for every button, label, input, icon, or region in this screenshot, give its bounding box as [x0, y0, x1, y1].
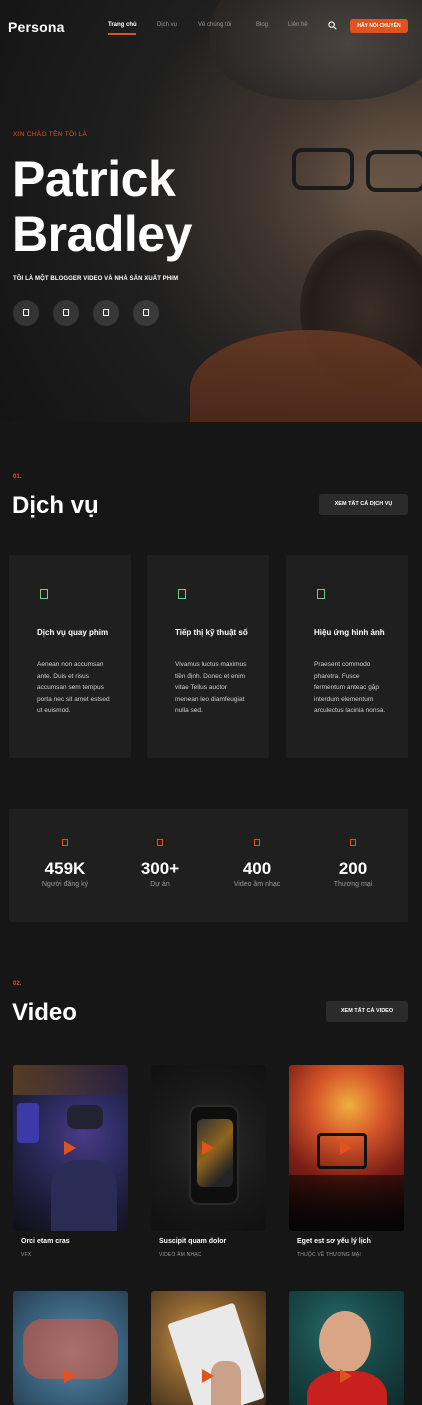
service-card[interactable]: Hiệu ứng hình ảnh Praesent commodo phare… — [286, 555, 408, 758]
service-card-title: Hiệu ứng hình ảnh — [314, 628, 385, 637]
instagram-icon[interactable] — [93, 300, 119, 326]
stat-label: Dự án — [150, 881, 170, 888]
hero-subtitle: TÔI LÀ MỘT BLOGGER VIDEO VÀ NHÀ SẢN XUẤT… — [13, 276, 179, 282]
video-camera-icon — [40, 589, 48, 599]
service-card-text: Aenean non accumsan ante. Duis et risus … — [37, 661, 110, 714]
video-thumbnail[interactable] — [289, 1065, 404, 1231]
view-all-videos-button[interactable]: XEM TẤT CẢ VIDEO — [326, 1001, 408, 1022]
hero-portrait-glasses — [292, 148, 354, 190]
video-category: VIDEO ÂM NHẠC — [159, 1252, 202, 1258]
visual-effects-icon — [317, 589, 325, 599]
site-logo[interactable]: Persona — [8, 19, 65, 35]
stat-music-videos: 400 Video âm nhạc — [207, 809, 307, 922]
play-icon[interactable] — [340, 1369, 352, 1383]
service-card[interactable]: Dịch vụ quay phim Aenean non accumsan an… — [9, 555, 131, 758]
video-thumbnail[interactable] — [289, 1291, 404, 1405]
play-icon[interactable] — [64, 1369, 76, 1383]
service-card-text: Praesent commodo pharetra. Fusce ferment… — [314, 661, 386, 714]
facebook-icon[interactable] — [13, 300, 39, 326]
marketing-icon — [178, 589, 186, 599]
video-thumbnail[interactable] — [13, 1065, 128, 1231]
top-navigation: Persona Trang chủ Dịch vụ Về chúng tôi B… — [0, 0, 422, 54]
play-icon[interactable] — [64, 1141, 76, 1155]
video-category: THUỘC VỀ THƯƠNG MẠI — [297, 1252, 361, 1258]
nav-item-about[interactable]: Về chúng tôi — [198, 22, 231, 28]
services-title: Dịch vụ — [12, 492, 99, 519]
service-card-title: Tiếp thị kỹ thuật số — [175, 628, 248, 637]
twitter-icon[interactable] — [53, 300, 79, 326]
videos-section-number: 02. — [13, 981, 22, 987]
service-card-title: Dịch vụ quay phim — [37, 628, 109, 637]
hero-eyebrow: XIN CHÀO TÊN TÔI LÀ — [13, 131, 88, 138]
stat-label: Video âm nhạc — [233, 881, 281, 888]
stat-value: 200 — [338, 859, 368, 878]
youtube-icon[interactable] — [133, 300, 159, 326]
nav-item-services[interactable]: Dịch vụ — [157, 22, 177, 28]
play-icon[interactable] — [202, 1141, 214, 1155]
stats-panel: 459K Người đăng ký 300+ Dự án 400 Video … — [9, 809, 408, 922]
stat-subscribers: 459K Người đăng ký — [15, 809, 115, 922]
video-title[interactable]: Orci etam cras — [21, 1238, 70, 1245]
lets-talk-button[interactable]: HÃY NÓI CHUYỆN — [350, 19, 408, 33]
folder-icon — [157, 839, 163, 846]
nav-item-blog[interactable]: Blog — [256, 22, 268, 28]
users-icon — [62, 839, 68, 846]
stat-projects: 300+ Dự án — [110, 809, 210, 922]
play-icon[interactable] — [340, 1141, 352, 1155]
video-title[interactable]: Suscipit quam dolor — [159, 1238, 226, 1245]
videos-title: Video — [12, 999, 77, 1026]
stat-value: 400 — [242, 859, 272, 878]
video-title[interactable]: Eget est sơ yếu lý lịch — [297, 1238, 371, 1245]
nav-item-contact[interactable]: Liên hệ — [288, 22, 308, 28]
play-icon[interactable] — [202, 1369, 214, 1383]
view-all-services-button[interactable]: XEM TẤT CẢ DỊCH VỤ — [319, 494, 408, 515]
stat-commercials: 200 Thương mại — [303, 809, 403, 922]
hero-name-first: Patrick — [12, 151, 176, 207]
video-thumbnail[interactable] — [13, 1291, 128, 1405]
video-category: VFX — [21, 1252, 32, 1258]
hero-name-last: Bradley — [12, 206, 192, 262]
stat-label: Người đăng ký — [41, 881, 89, 888]
search-icon[interactable] — [328, 21, 337, 30]
stat-value: 459K — [44, 859, 86, 878]
stat-value: 300+ — [140, 859, 180, 878]
service-card-text: Vivamus luctus maximus tiền định. Donec … — [175, 661, 247, 714]
stat-label: Thương mại — [333, 881, 373, 888]
hero-portrait-glasses — [366, 150, 422, 192]
services-section-number: 01. — [13, 474, 22, 480]
video-thumbnail[interactable] — [151, 1065, 266, 1231]
nav-active-indicator — [108, 33, 136, 35]
hero-name: Patrick Bradley — [12, 152, 192, 262]
hero-section: Persona Trang chủ Dịch vụ Về chúng tôi B… — [0, 0, 422, 422]
briefcase-icon — [350, 839, 356, 846]
video-thumbnail[interactable] — [151, 1291, 266, 1405]
nav-item-home[interactable]: Trang chủ — [108, 22, 137, 28]
music-icon — [254, 839, 260, 846]
service-card[interactable]: Tiếp thị kỹ thuật số Vivamus luctus maxi… — [147, 555, 269, 758]
